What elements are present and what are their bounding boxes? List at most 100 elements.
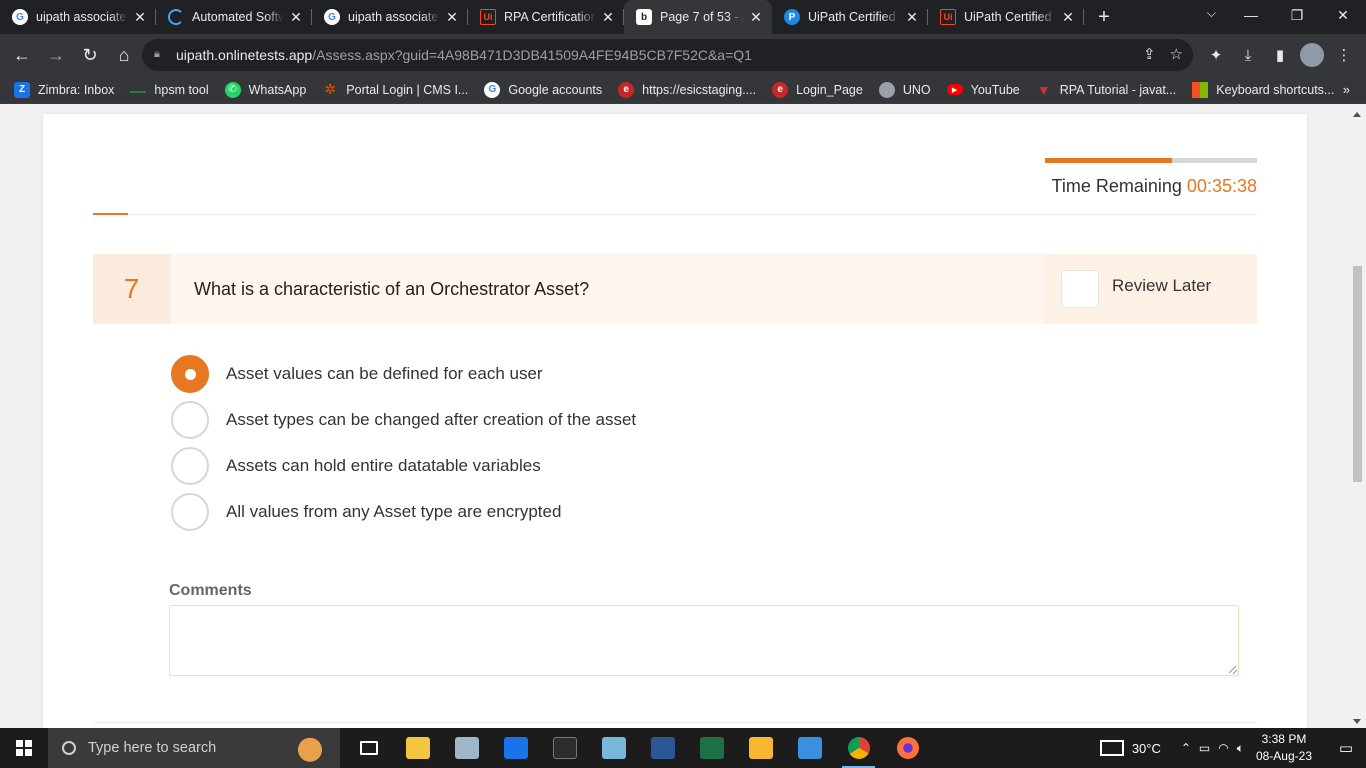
- bookmark-item[interactable]: hpsm tool: [130, 83, 209, 97]
- bookmark-star-icon[interactable]: ☆: [1170, 45, 1183, 63]
- windows-logo-icon: [16, 740, 32, 756]
- browser-tab[interactable]: G uipath associate practice ✕: [0, 0, 156, 34]
- esic-icon: e: [618, 81, 635, 98]
- answer-radio[interactable]: [171, 355, 209, 393]
- close-tab-icon[interactable]: ✕: [904, 9, 920, 26]
- bookmark-item[interactable]: Keyboard shortcuts...: [1192, 81, 1334, 98]
- reload-icon[interactable]: ↻: [74, 39, 106, 71]
- scrollbar-thumb[interactable]: [1353, 266, 1362, 482]
- time-remaining-value: 00:35:38: [1186, 176, 1257, 196]
- tab-title: uipath associate practice: [36, 10, 128, 24]
- clock-time: 3:38 PM: [1261, 732, 1307, 746]
- close-tab-icon[interactable]: ✕: [748, 9, 764, 26]
- terminal-icon[interactable]: [540, 728, 589, 768]
- side-panel-icon[interactable]: ▮: [1268, 39, 1292, 71]
- question-number: 7: [93, 254, 170, 324]
- answer-option[interactable]: Asset values can be defined for each use…: [171, 351, 636, 397]
- share-icon[interactable]: ⇪: [1143, 45, 1156, 63]
- chrome-icon[interactable]: [834, 728, 883, 768]
- url-host: uipath.onlinetests.app: [176, 47, 313, 63]
- back-arrow-icon[interactable]: ←: [6, 39, 38, 71]
- close-tab-icon[interactable]: ✕: [1060, 9, 1076, 26]
- bookmark-item[interactable]: e https://esicstaging....: [618, 81, 756, 98]
- volume-icon[interactable]: 🔈︎: [1237, 741, 1244, 756]
- automation-icon: [168, 9, 184, 25]
- close-window-icon[interactable]: ✕: [1320, 0, 1366, 30]
- resize-grip-icon[interactable]: [1229, 666, 1237, 674]
- show-hidden-icons-chevron-icon[interactable]: ⌃: [1181, 741, 1191, 756]
- bookmark-item[interactable]: UNO: [878, 81, 931, 98]
- answer-text[interactable]: Asset values can be defined for each use…: [226, 364, 543, 384]
- minimize-icon[interactable]: —: [1228, 0, 1274, 30]
- answer-text[interactable]: Asset types can be changed after creatio…: [226, 410, 636, 430]
- menu-kebab-icon[interactable]: ⋮: [1332, 39, 1356, 71]
- wifi-icon[interactable]: ◠: [1218, 741, 1228, 756]
- answer-option[interactable]: Assets can hold entire datatable variabl…: [171, 443, 636, 489]
- address-bar[interactable]: 🔒︎ uipath.onlinetests.app/Assess.aspx?gu…: [142, 39, 1193, 71]
- taskbar-search[interactable]: Type here to search: [48, 728, 340, 768]
- review-later-checkbox[interactable]: [1061, 270, 1099, 308]
- bookmark-item[interactable]: ✲ Portal Login | CMS I...: [322, 81, 469, 98]
- new-tab-plus-icon[interactable]: +: [1084, 0, 1124, 34]
- answer-radio[interactable]: [171, 493, 209, 531]
- bookmark-item[interactable]: e Login_Page: [772, 81, 863, 98]
- answer-radio[interactable]: [171, 447, 209, 485]
- clock[interactable]: 3:38 PM 08-Aug-23: [1256, 731, 1312, 765]
- firefox-icon[interactable]: [883, 728, 932, 768]
- tab-search-chevron-icon[interactable]: ⌵: [1207, 6, 1216, 21]
- time-remaining: Time Remaining 00:35:38: [1052, 176, 1257, 197]
- excel-icon[interactable]: [687, 728, 736, 768]
- extensions-puzzle-icon[interactable]: ✦: [1204, 39, 1228, 71]
- browser-tab[interactable]: P UiPath Certified Professional ✕: [772, 0, 928, 34]
- home-icon[interactable]: ⌂: [108, 39, 140, 71]
- answer-option[interactable]: Asset types can be changed after creatio…: [171, 397, 636, 443]
- bookmark-label: Zimbra: Inbox: [38, 82, 115, 97]
- browser-tab[interactable]: G uipath associate practice ✕: [312, 0, 468, 34]
- browser-tab[interactable]: Automated Software Testing ✕: [156, 0, 312, 34]
- forward-arrow-icon[interactable]: →: [40, 39, 72, 71]
- close-tab-icon[interactable]: ✕: [600, 9, 616, 26]
- remote-desktop-icon[interactable]: [442, 728, 491, 768]
- bookmark-item[interactable]: ▼ RPA Tutorial - javat...: [1036, 82, 1176, 98]
- bookmarks-overflow-icon[interactable]: »: [1343, 82, 1350, 97]
- browser-tab[interactable]: Ui UiPath Certified Professional ✕: [928, 0, 1084, 34]
- power-automate-icon[interactable]: [785, 728, 834, 768]
- comments-field[interactable]: [169, 605, 1239, 676]
- browser-tab-active[interactable]: b Page 7 of 53 - Assessment ✕: [624, 0, 772, 34]
- weather-widget[interactable]: 30°C: [1099, 740, 1161, 756]
- bookmark-item[interactable]: Z Zimbra: Inbox: [14, 81, 115, 98]
- close-tab-icon[interactable]: ✕: [288, 9, 304, 26]
- close-tab-icon[interactable]: ✕: [444, 9, 460, 26]
- lock-icon[interactable]: 🔒︎: [154, 48, 166, 62]
- download-icon[interactable]: ⤓: [1236, 39, 1260, 71]
- browser-tab[interactable]: Ui RPA Certification ✕: [468, 0, 624, 34]
- bookmark-item[interactable]: ✆ WhatsApp: [224, 81, 306, 98]
- task-view-icon[interactable]: [344, 728, 393, 768]
- bookmark-item[interactable]: ▶ YouTube: [946, 83, 1020, 97]
- bookmark-label: Portal Login | CMS I...: [346, 82, 469, 97]
- tab-title: Page 7 of 53 - Assessment: [660, 10, 744, 24]
- restore-icon[interactable]: ❐: [1274, 0, 1320, 30]
- folder-icon[interactable]: [736, 728, 785, 768]
- scroll-up-arrow-icon[interactable]: [1353, 112, 1361, 117]
- word-icon[interactable]: [638, 728, 687, 768]
- answer-options: Asset values can be defined for each use…: [171, 351, 636, 535]
- app-s-icon[interactable]: [491, 728, 540, 768]
- answer-text[interactable]: All values from any Asset type are encry…: [226, 502, 561, 522]
- review-later[interactable]: Review Later: [1045, 254, 1257, 324]
- notifications-icon[interactable]: ▭: [1326, 728, 1366, 768]
- file-explorer-icon[interactable]: [393, 728, 442, 768]
- page-scrollbar[interactable]: [1349, 104, 1366, 728]
- profile-avatar[interactable]: [1300, 43, 1324, 67]
- battery-icon[interactable]: ▭: [1199, 741, 1210, 756]
- close-tab-icon[interactable]: ✕: [132, 9, 148, 26]
- question-text: What is a characteristic of an Orchestra…: [194, 278, 590, 299]
- answer-option[interactable]: All values from any Asset type are encry…: [171, 489, 636, 535]
- search-highlight-cat-icon[interactable]: [288, 730, 332, 766]
- notepad-icon[interactable]: [589, 728, 638, 768]
- answer-text[interactable]: Assets can hold entire datatable variabl…: [226, 456, 541, 476]
- bookmark-item[interactable]: G Google accounts: [484, 81, 602, 98]
- scroll-down-arrow-icon[interactable]: [1353, 719, 1361, 724]
- start-button[interactable]: [0, 728, 48, 768]
- answer-radio[interactable]: [171, 401, 209, 439]
